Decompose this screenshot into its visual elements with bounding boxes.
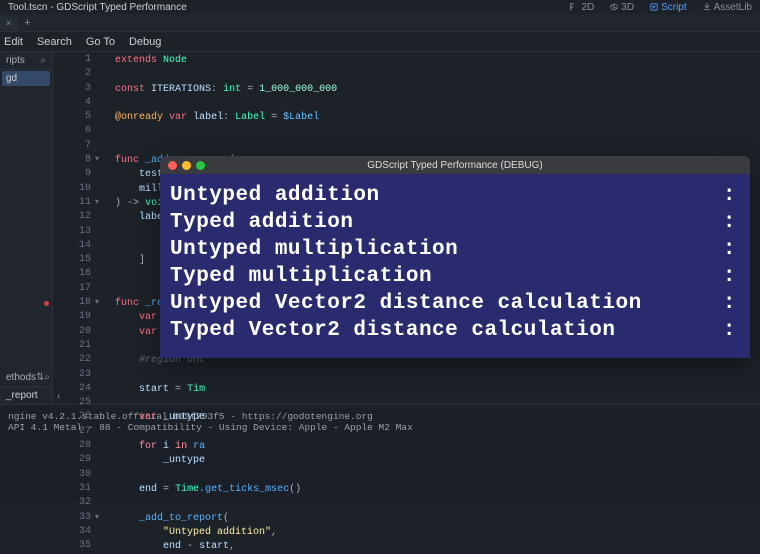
tab-2d[interactable]: 2D	[570, 2, 594, 13]
methods-toggle-icon[interactable]: ⇅	[36, 372, 44, 383]
game-content: Untyped addition: Typed addition: Untype…	[160, 174, 750, 358]
2d-icon	[570, 3, 578, 11]
fold-icon[interactable]: ▾	[95, 512, 99, 522]
tab-script[interactable]: Script	[650, 2, 687, 13]
game-window-title: GDScript Typed Performance (DEBUG)	[160, 160, 750, 171]
report-row: Untyped multiplication:	[168, 236, 750, 263]
report-row: Untyped addition:	[168, 182, 750, 209]
workspace-tabs: 2D 3D Script AssetLib	[570, 2, 752, 13]
methods-header: ethods ⇅ ⌕	[0, 369, 52, 387]
fold-icon[interactable]: ▾	[95, 197, 99, 207]
fold-icon[interactable]: ▾	[95, 154, 99, 164]
report-row: Typed addition:	[168, 209, 750, 236]
file-tab[interactable]: ×	[0, 16, 18, 30]
fold-icon[interactable]: ▾	[95, 297, 99, 307]
window-title: Tool.tscn - GDScript Typed Performance	[8, 2, 570, 13]
new-tab-button[interactable]: +	[18, 17, 36, 29]
game-window[interactable]: GDScript Typed Performance (DEBUG) Untyp…	[160, 156, 750, 358]
menu-search[interactable]: Search	[37, 36, 72, 48]
chevron-left-icon[interactable]: ‹	[57, 391, 60, 402]
sidebar-script-item[interactable]: gd	[2, 71, 50, 86]
script-icon	[650, 3, 658, 11]
output-panel[interactable]: ngine v4.2.1.stable.official.b09f793f5 -…	[0, 404, 760, 500]
game-titlebar[interactable]: GDScript Typed Performance (DEBUG)	[160, 156, 750, 174]
menu-goto[interactable]: Go To	[86, 36, 115, 48]
line-gutter: 1 2 3 4 5 6 7 8▾ 9 10 11▾ 12 13 14 15 16…	[53, 52, 97, 404]
report-row: Typed multiplication:	[168, 263, 750, 290]
search-icon[interactable]: ⌕	[40, 55, 46, 66]
close-icon[interactable]: ×	[6, 18, 11, 28]
asset-icon	[703, 3, 711, 11]
menu-debug[interactable]: Debug	[129, 36, 161, 48]
scripts-header: ripts ⌕	[0, 52, 52, 70]
tab-3d[interactable]: 3D	[610, 2, 634, 13]
tab-assetlib[interactable]: AssetLib	[703, 2, 752, 13]
3d-icon	[610, 3, 618, 11]
sidebar: ripts ⌕ gd ethods ⇅ ⌕ _report	[0, 52, 53, 404]
report-row: Typed Vector2 distance calculation:	[168, 317, 750, 344]
sidebar-method-item[interactable]: _report	[0, 387, 52, 404]
report-row: Untyped Vector2 distance calculation:	[168, 290, 750, 317]
search-icon[interactable]: ⌕	[44, 372, 50, 383]
menu-edit[interactable]: Edit	[4, 36, 23, 48]
